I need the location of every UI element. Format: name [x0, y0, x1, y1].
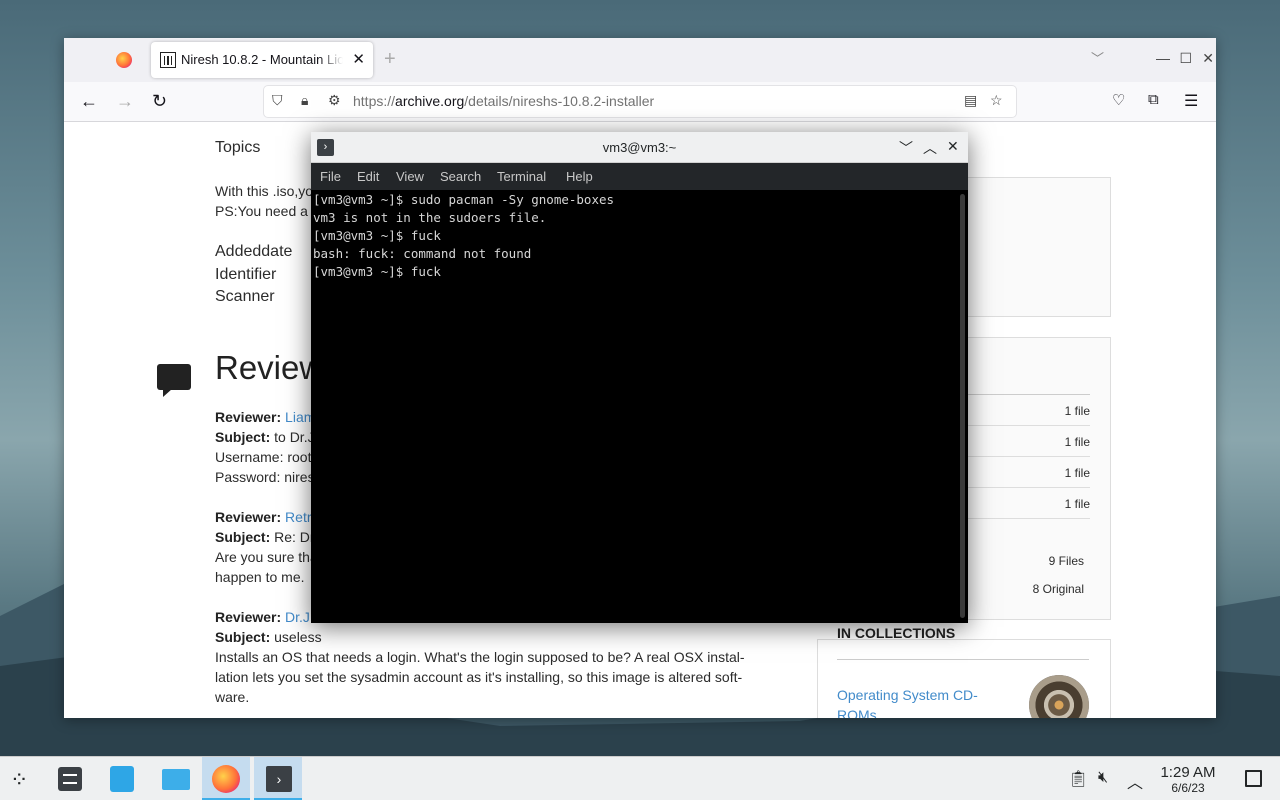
clipboard-icon[interactable]: 📋︎	[1068, 769, 1088, 789]
terminal-menubar: File Edit View Search Terminal Help	[311, 163, 968, 190]
minimize-button[interactable]: —	[1156, 50, 1170, 66]
chevron-up-icon[interactable]: ︿	[1127, 769, 1143, 793]
back-icon[interactable]: ←	[80, 91, 98, 112]
pocket-icon[interactable]: ♡	[1112, 91, 1125, 109]
menu-icon[interactable]: ☰	[1184, 91, 1198, 111]
taskbar-firefox[interactable]	[202, 757, 250, 800]
metadata-list: Addeddate Identifier Scanner	[215, 243, 293, 305]
maximize-button[interactable]: ☐	[1179, 50, 1192, 67]
menu-terminal[interactable]: Terminal	[497, 169, 546, 184]
clock-date[interactable]: 6/6/23	[1156, 781, 1220, 795]
extensions-icon[interactable]: ⧉	[1148, 91, 1159, 108]
terminal-titlebar[interactable]: › vm3@vm3:~ ﹀ ︿ ✕	[311, 132, 968, 163]
lock-icon[interactable]: 🔒︎	[301, 92, 308, 109]
close-icon[interactable]: ✕	[947, 138, 959, 155]
chat-icon	[157, 364, 191, 397]
launcher-icon: ⁘	[10, 767, 29, 792]
app-launcher[interactable]: ⁘	[0, 757, 48, 800]
terminal-icon: ›	[266, 766, 292, 792]
menu-help[interactable]: Help	[566, 169, 593, 184]
collection-link[interactable]: Operating System CD-ROMs	[837, 685, 987, 718]
chevron-down-icon[interactable]: ﹀	[1091, 48, 1104, 67]
taskbar-terminal[interactable]: ›	[254, 757, 302, 800]
taskbar: ⁘ › 📋︎ 🔇︎ ︿ 1:29 AM 6/6/23	[0, 756, 1280, 800]
terminal-line: bash: fuck: command not found	[313, 246, 532, 261]
menu-file[interactable]: File	[320, 169, 341, 184]
terminal-title: vm3@vm3:~	[602, 140, 677, 155]
topics-label: Topics	[215, 139, 261, 156]
permissions-icon[interactable]: ⚙	[328, 92, 341, 109]
terminal-scrollbar[interactable]	[960, 194, 965, 618]
settings-icon	[58, 767, 82, 791]
plus-icon[interactable]: +	[384, 48, 396, 71]
firefox-icon[interactable]	[116, 52, 132, 68]
taskbar-files[interactable]	[150, 757, 198, 800]
terminal-line: [vm3@vm3 ~]$ sudo pacman -Sy gnome-boxes	[313, 192, 615, 207]
divider	[837, 659, 1089, 660]
original-count[interactable]: 8 Original	[1033, 582, 1084, 596]
collections-heading: IN COLLECTIONS	[837, 625, 956, 641]
taskbar-settings[interactable]	[46, 757, 94, 800]
terminal-line: [vm3@vm3 ~]$ fuck	[313, 228, 441, 243]
reviews-heading: Review	[215, 349, 324, 386]
reviewer-link[interactable]: Retr	[285, 507, 313, 527]
taskbar-discover[interactable]	[98, 757, 146, 800]
chevron-down-icon[interactable]: ﹀	[899, 138, 913, 158]
reader-icon[interactable]: ▤	[964, 92, 977, 109]
star-icon[interactable]: ☆	[990, 92, 1003, 109]
browser-tab[interactable]: Niresh 10.8.2 - Mountain Lion ✕	[151, 42, 373, 78]
tab-title: Niresh 10.8.2 - Mountain Lion	[181, 52, 343, 67]
reviewer-link[interactable]: Dr.J	[285, 607, 313, 627]
firefox-icon	[212, 765, 240, 793]
terminal-window[interactable]: › vm3@vm3:~ ﹀ ︿ ✕ File Edit View Search …	[311, 132, 968, 623]
close-icon[interactable]: ✕	[352, 50, 365, 68]
navigation-toolbar: ← → ↻ ⛉ 🔒︎ ⚙ https://archive.org/details…	[64, 82, 1216, 122]
store-icon	[110, 766, 134, 792]
mute-icon[interactable]: 🔇︎	[1098, 769, 1108, 787]
shield-icon[interactable]: ⛉	[272, 92, 283, 109]
archive-favicon	[160, 52, 176, 68]
terminal-line: vm3 is not in the sudoers file.	[313, 210, 547, 225]
description: With this .iso,yo PS:You need a	[215, 183, 314, 219]
forward-icon[interactable]: →	[116, 91, 134, 112]
tab-bar: Niresh 10.8.2 - Mountain Lion ✕ + ﹀ — ☐ …	[64, 38, 1216, 82]
folder-icon	[162, 769, 190, 790]
menu-view[interactable]: View	[396, 169, 424, 184]
menu-search[interactable]: Search	[440, 169, 481, 184]
files-count[interactable]: 9 Files	[1049, 554, 1084, 568]
reviewer-link[interactable]: Liam	[285, 407, 313, 427]
menu-edit[interactable]: Edit	[357, 169, 379, 184]
window-close-button[interactable]: ✕	[1202, 50, 1214, 67]
terminal-output[interactable]: [vm3@vm3 ~]$ sudo pacman -Sy gnome-boxes…	[313, 191, 953, 621]
show-desktop-button[interactable]	[1245, 770, 1262, 787]
url-text[interactable]: https://archive.org/details/nireshs-10.8…	[353, 93, 654, 109]
reload-icon[interactable]: ↻	[152, 91, 167, 112]
terminal-line: [vm3@vm3 ~]$ fuck	[313, 264, 441, 279]
chevron-up-icon[interactable]: ︿	[923, 138, 937, 158]
url-bar[interactable]: ⛉ 🔒︎ ⚙ https://archive.org/details/nires…	[264, 86, 1016, 117]
clock-time[interactable]: 1:29 AM	[1156, 764, 1220, 781]
